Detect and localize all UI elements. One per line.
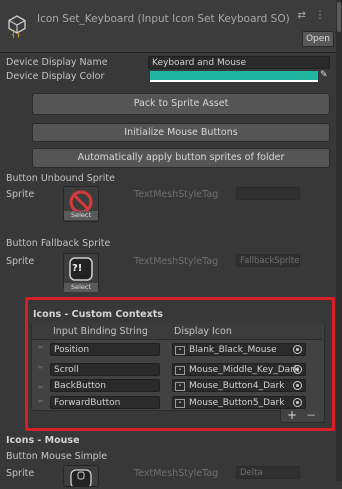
eyedropper-icon[interactable]: ✎ — [320, 70, 330, 81]
header-menu-icons[interactable]: ⇄ ⋮ — [297, 10, 328, 21]
mouse-icon — [70, 469, 92, 489]
unbound-tag-input[interactable] — [236, 187, 300, 200]
inspector-title: Icon Set_Keyboard (Input Icon Set Keyboa… — [37, 13, 290, 25]
scriptable-object-icon: {} — [8, 15, 26, 38]
device-color-label: Device Display Color — [6, 71, 105, 82]
unbound-sprite-label: Sprite — [6, 189, 35, 200]
open-button[interactable]: Open — [302, 31, 334, 47]
mouse-simple-section-label: Button Mouse Simple — [6, 451, 108, 462]
fallback-sprite-label: Sprite — [6, 256, 35, 267]
unbound-select-button[interactable]: Select — [64, 211, 98, 220]
unbound-section-label: Button Unbound Sprite — [6, 173, 115, 184]
fallback-section-label: Button Fallback Sprite — [6, 238, 111, 249]
initialize-mouse-buttons-button[interactable]: Initialize Mouse Buttons — [32, 123, 330, 142]
svg-text:{}: {} — [11, 30, 21, 38]
scrollbar[interactable] — [336, 0, 342, 481]
mouse-tag-input[interactable]: Delta — [236, 466, 300, 479]
scrollbar-thumb[interactable] — [337, 2, 341, 32]
mouse-sprite-field[interactable] — [63, 465, 99, 489]
pack-to-sprite-asset-button[interactable]: Pack to Sprite Asset — [32, 93, 330, 115]
device-color-field[interactable] — [150, 71, 318, 82]
fallback-tag-label: TextMeshStyleTag — [134, 256, 219, 267]
fallback-tag-input[interactable]: FallbackSprite — [236, 254, 300, 267]
highlight-annotation-box — [25, 297, 335, 431]
unbound-tag-label: TextMeshStyleTag — [134, 189, 219, 200]
fallback-select-button[interactable]: Select — [64, 283, 98, 292]
fallback-icon-text: ?! — [72, 263, 83, 274]
inspector-header — [0, 0, 336, 53]
mouse-sprite-label: Sprite — [6, 468, 35, 479]
mouse-tag-label: TextMeshStyleTag — [134, 468, 219, 479]
device-name-label: Device Display Name — [6, 57, 108, 68]
icons-mouse-title: Icons - Mouse — [6, 435, 80, 446]
auto-apply-sprites-button[interactable]: Automatically apply button sprites of fo… — [32, 148, 330, 168]
device-name-input[interactable]: Keyboard and Mouse — [148, 56, 330, 69]
